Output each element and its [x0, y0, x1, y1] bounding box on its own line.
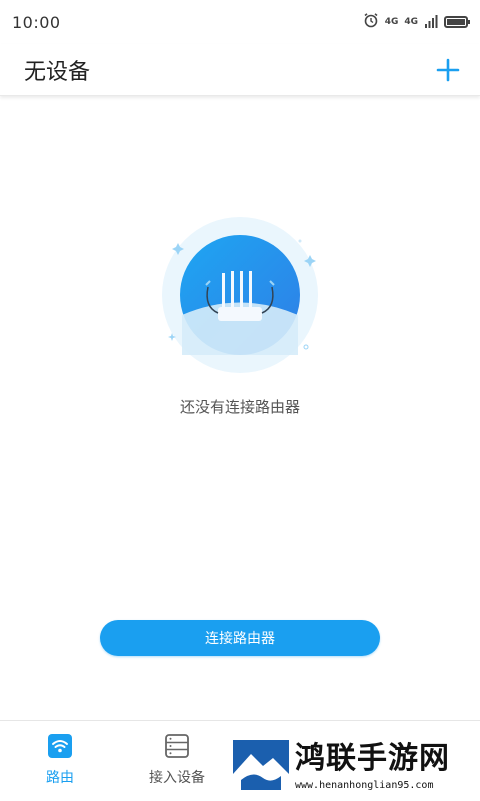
nav-label-route: 路由 — [46, 770, 74, 786]
router-icon — [162, 217, 318, 373]
watermark-url: www.henanhonglian95.com — [295, 780, 434, 791]
watermark-title: 鸿联手游网 — [295, 741, 450, 776]
battery-icon — [444, 16, 470, 28]
status-time: 10:00 — [12, 12, 61, 32]
plus-icon — [436, 58, 460, 81]
signal-icon — [424, 13, 438, 32]
watermark: 鸿联手游网 www.henanhonglian95.com — [233, 740, 480, 800]
wifi-icon — [47, 733, 73, 759]
router-illustration — [160, 215, 320, 375]
network-label-2: 4G — [404, 17, 418, 27]
connect-router-button[interactable]: 连接路由器 — [100, 620, 380, 656]
nav-item-route[interactable]: 路由 — [10, 733, 110, 793]
status-bar: 10:00 4G 4G — [0, 0, 480, 44]
add-device-button[interactable] — [430, 52, 466, 88]
nav-item-devices[interactable]: 接入设备 — [127, 733, 227, 793]
watermark-logo-icon — [233, 740, 289, 794]
title-bar: 无设备 — [0, 44, 480, 96]
page-title: 无设备 — [24, 59, 91, 85]
network-label-1: 4G — [384, 17, 399, 27]
empty-state-message: 还没有连接路由器 — [179, 398, 300, 416]
status-icons: 4G 4G — [363, 12, 470, 32]
nav-label-devices: 接入设备 — [149, 770, 205, 786]
alarm-icon — [363, 12, 379, 32]
server-list-icon — [164, 733, 190, 759]
